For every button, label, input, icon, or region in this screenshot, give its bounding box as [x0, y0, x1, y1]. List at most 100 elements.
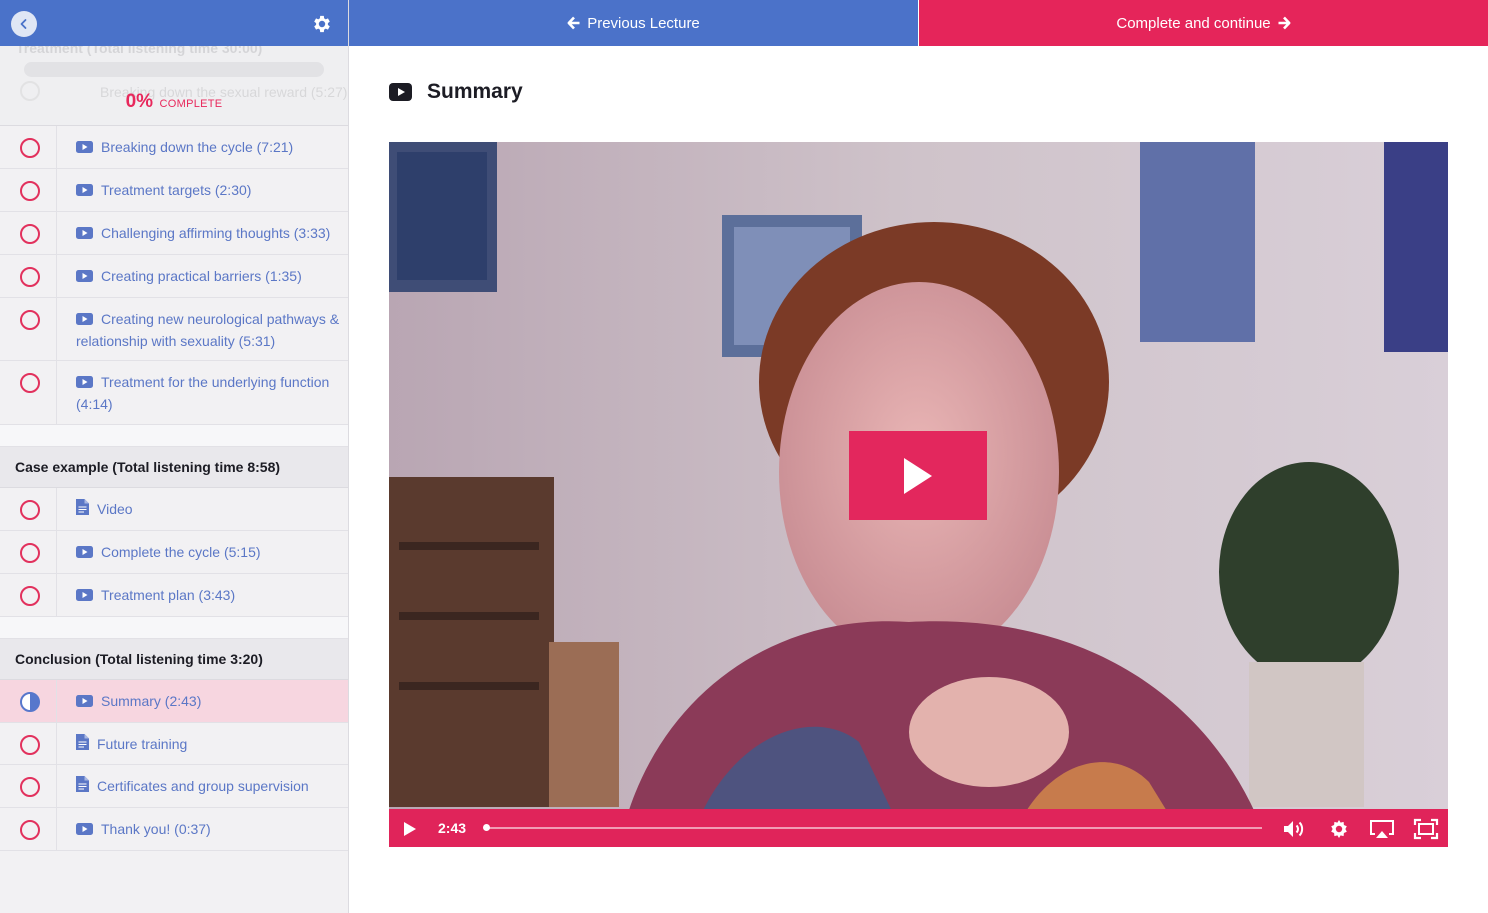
lesson-status[interactable] [0, 212, 57, 254]
video-icon [76, 373, 93, 394]
lesson-link[interactable]: Video [76, 488, 340, 521]
lesson-link[interactable]: Treatment for the underlying function (4… [76, 361, 340, 415]
lesson-item[interactable]: Thank you! (0:37) [0, 808, 348, 851]
lesson-status[interactable] [0, 723, 57, 764]
video-icon [76, 138, 93, 159]
lesson-status[interactable] [0, 488, 57, 530]
lesson-title: Video [97, 501, 133, 517]
lesson-link[interactable]: Breaking down the cycle (7:21) [76, 126, 340, 159]
lesson-title: Certificates and group supervision [97, 778, 309, 794]
document-icon [76, 776, 89, 798]
circle-icon [20, 181, 40, 201]
airplay-icon[interactable] [1369, 818, 1395, 840]
circle-icon [20, 543, 40, 563]
circle-icon [20, 138, 40, 158]
lesson-item[interactable]: Breaking down the cycle (7:21) [0, 126, 348, 169]
section-spacer [0, 617, 348, 639]
lesson-status[interactable] [0, 126, 57, 168]
lesson-item[interactable]: Challenging affirming thoughts (3:33) [0, 212, 348, 255]
progress-text: 0% COMPLETE [0, 91, 348, 113]
progress-percent: 0% [125, 91, 154, 112]
document-icon [76, 734, 89, 756]
lesson-link[interactable]: Treatment targets (2:30) [76, 169, 340, 202]
lesson-item[interactable]: Treatment for the underlying function (4… [0, 361, 348, 425]
chevron-left-icon [20, 19, 27, 29]
half-circle-icon [20, 692, 40, 712]
lesson-link[interactable]: Treatment plan (3:43) [76, 574, 340, 607]
seek-handle[interactable] [483, 824, 490, 831]
circle-icon [20, 310, 40, 330]
lesson-link[interactable]: Creating practical barriers (1:35) [76, 255, 340, 288]
sidebar-header [0, 0, 348, 46]
lesson-status[interactable] [0, 531, 57, 573]
video-icon [76, 181, 93, 202]
lesson-item[interactable]: Creating practical barriers (1:35) [0, 255, 348, 298]
lesson-title: Complete the cycle (5:15) [101, 544, 261, 560]
lesson-title: Future training [97, 736, 188, 752]
circle-icon [20, 820, 40, 840]
section-header: Case example (Total listening time 8:58) [0, 447, 348, 488]
fullscreen-icon[interactable] [1413, 818, 1439, 840]
lesson-status[interactable] [0, 298, 57, 360]
circle-icon [20, 500, 40, 520]
lesson-status[interactable] [0, 765, 57, 807]
video-icon [76, 267, 93, 288]
lesson-item[interactable]: Summary (2:43) [0, 680, 348, 723]
seek-bar[interactable] [485, 827, 1262, 829]
lesson-link[interactable]: Summary (2:43) [76, 680, 340, 713]
lesson-item[interactable]: Treatment targets (2:30) [0, 169, 348, 212]
lesson-title: Summary (2:43) [101, 693, 202, 709]
lesson-title: Thank you! (0:37) [101, 821, 211, 837]
progress-label: COMPLETE [159, 98, 223, 110]
play-icon[interactable] [401, 820, 419, 838]
arrow-left-icon [567, 16, 580, 30]
lesson-link[interactable]: Complete the cycle (5:15) [76, 531, 340, 564]
back-button[interactable] [11, 11, 37, 37]
previous-lecture-label: Previous Lecture [587, 14, 700, 32]
settings-icon[interactable] [1326, 818, 1352, 840]
scrolled-section-header: Treatment (Total listening time 30:00) [16, 46, 263, 56]
lesson-status[interactable] [0, 169, 57, 211]
lesson-title: Creating new neurological pathways & rel… [76, 311, 340, 349]
video-icon [76, 543, 93, 564]
complete-and-continue-button[interactable]: Complete and continue [919, 0, 1488, 46]
volume-icon[interactable] [1282, 818, 1308, 840]
video-icon [76, 586, 93, 607]
lesson-link[interactable]: Certificates and group supervision [76, 765, 340, 798]
play-overlay-button[interactable] [849, 431, 987, 520]
circle-icon [20, 777, 40, 797]
course-player: Treatment (Total listening time 30:00) B… [0, 0, 1488, 913]
complete-and-continue-label: Complete and continue [1116, 14, 1271, 32]
lesson-status[interactable] [0, 255, 57, 297]
lesson-item[interactable]: Future training [0, 723, 348, 765]
lesson-link[interactable]: Challenging affirming thoughts (3:33) [76, 212, 340, 245]
lesson-item[interactable]: Creating new neurological pathways & rel… [0, 298, 348, 361]
video-icon [76, 820, 93, 841]
current-time: 2:43 [438, 820, 467, 836]
settings-button[interactable] [311, 13, 333, 35]
circle-icon [20, 735, 40, 755]
lesson-list: Breaking down the cycle (7:21) Treatment … [0, 126, 348, 851]
previous-lecture-button[interactable]: Previous Lecture [349, 0, 918, 46]
lesson-title: Treatment plan (3:43) [101, 587, 236, 603]
circle-icon [20, 373, 40, 393]
lesson-title: Treatment for the underlying function (4… [76, 374, 330, 412]
lesson-item[interactable]: Certificates and group supervision [0, 765, 348, 808]
lesson-item[interactable]: Complete the cycle (5:15) [0, 531, 348, 574]
lesson-status[interactable] [0, 361, 57, 424]
lesson-link[interactable]: Thank you! (0:37) [76, 808, 340, 841]
progress-bar [24, 62, 324, 77]
lecture-header: Summary [389, 78, 523, 106]
lesson-status[interactable] [0, 680, 57, 722]
lesson-item[interactable]: Treatment plan (3:43) [0, 574, 348, 617]
lesson-status[interactable] [0, 574, 57, 616]
lesson-link[interactable]: Creating new neurological pathways & rel… [76, 298, 340, 352]
video-player[interactable]: 2:43 [389, 142, 1448, 847]
gear-icon [314, 15, 330, 33]
course-progress: Treatment (Total listening time 30:00) B… [0, 46, 348, 126]
lesson-status[interactable] [0, 808, 57, 850]
lesson-link[interactable]: Future training [76, 723, 340, 756]
lesson-item[interactable]: Video [0, 488, 348, 531]
document-icon [76, 499, 89, 521]
section-header: Conclusion (Total listening time 3:20) [0, 639, 348, 680]
